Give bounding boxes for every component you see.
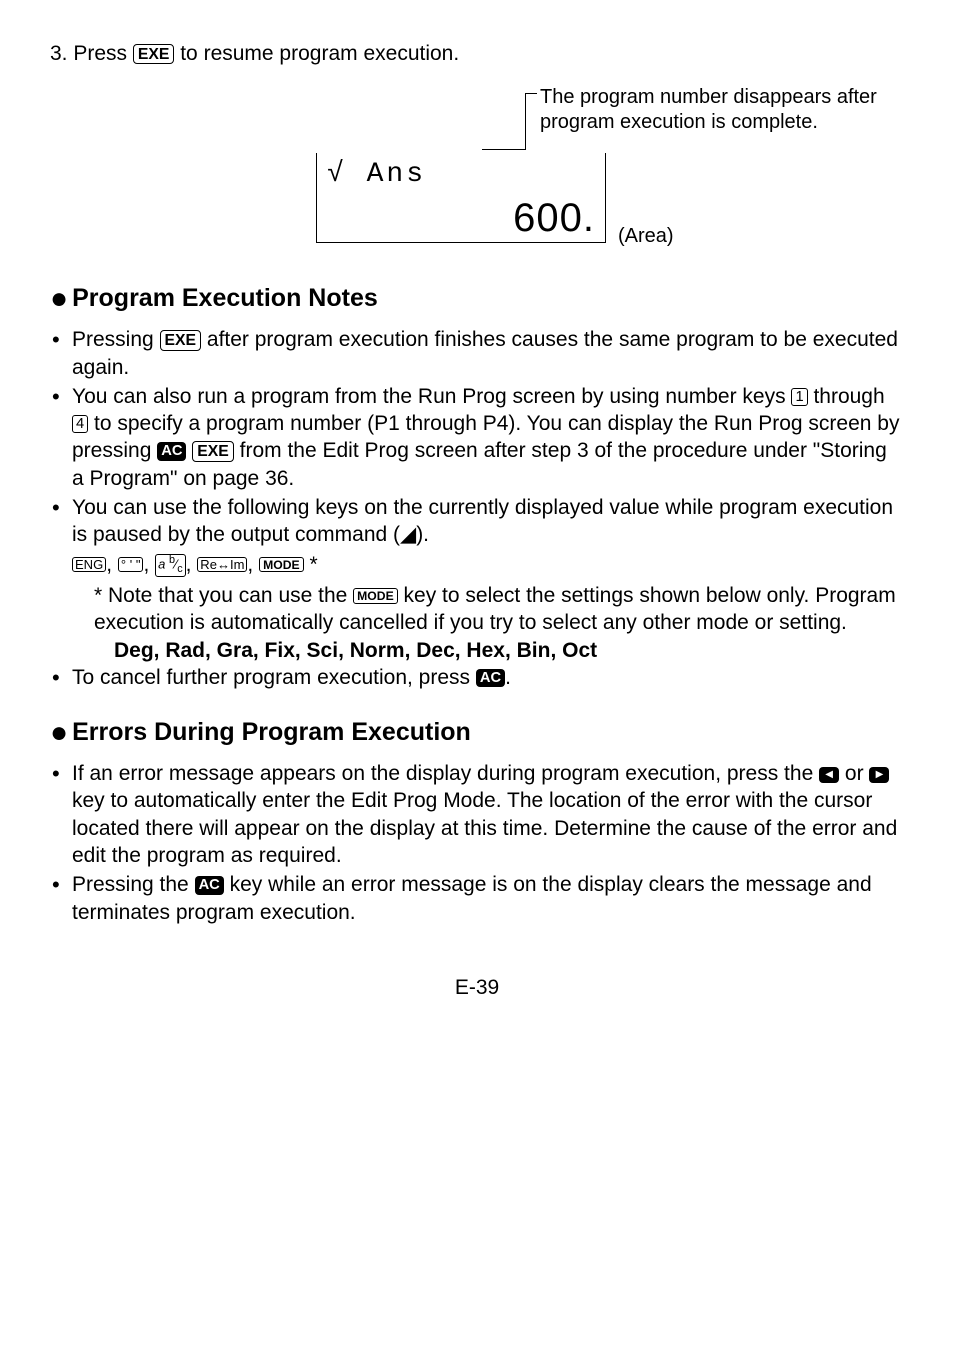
exe-key-icon: EXE xyxy=(192,441,234,461)
list-item: To cancel further program execution, pre… xyxy=(50,664,904,691)
callout-line xyxy=(482,149,526,150)
list-item: You can also run a program from the Run … xyxy=(50,383,904,492)
lcd-expression: √ Ans xyxy=(327,157,595,193)
callout-line xyxy=(525,93,537,94)
callout-line xyxy=(525,93,526,149)
key-1-icon: 1 xyxy=(791,388,807,406)
list-item: If an error message appears on the displ… xyxy=(50,760,904,869)
errors-list: If an error message appears on the displ… xyxy=(50,760,904,926)
left-arrow-key-icon xyxy=(819,767,839,783)
section-heading-exec-notes: ●Program Execution Notes xyxy=(50,279,904,318)
modes-list: Deg, Rad, Gra, Fix, Sci, Norm, Dec, Hex,… xyxy=(50,637,904,664)
list-item: Pressing EXE after program execution fin… xyxy=(50,326,904,381)
exec-notes-list-2: To cancel further program execution, pre… xyxy=(50,664,904,691)
execution-diagram: The program number disappears after prog… xyxy=(50,85,904,255)
lcd-result: 600. xyxy=(327,192,595,244)
eng-key-icon: ENG xyxy=(72,557,106,573)
output-triangle-icon: ◢ xyxy=(400,523,416,546)
list-item: You can use the following keys on the cu… xyxy=(50,494,904,549)
exe-key-icon: EXE xyxy=(133,44,175,64)
diagram-caption: The program number disappears after prog… xyxy=(540,85,877,135)
abc-key-icon: a b⁄c xyxy=(155,554,186,576)
caption-line2: program execution is complete. xyxy=(540,111,818,133)
dms-key-icon: ° ' " xyxy=(118,557,144,573)
ac-key-icon: AC xyxy=(195,876,224,894)
key-4-icon: 4 xyxy=(72,415,88,433)
ac-key-icon: AC xyxy=(157,442,186,460)
right-arrow-key-icon xyxy=(869,767,889,783)
step-3: 3. Press EXE to resume program execution… xyxy=(50,40,904,67)
mode-note: * Note that you can use the MODE key to … xyxy=(50,582,904,637)
exe-key-icon: EXE xyxy=(160,330,202,350)
lcd-display: √ Ans 600. xyxy=(316,153,606,243)
mode-key-icon: MODE xyxy=(259,557,304,573)
caption-line1: The program number disappears after xyxy=(540,86,877,108)
key-list-row: ENG, ° ' ", a b⁄c, Re↔Im, MODE * xyxy=(50,551,904,578)
area-label: (Area) xyxy=(618,223,674,249)
exec-notes-list: Pressing EXE after program execution fin… xyxy=(50,326,904,548)
step3-prefix: 3. Press xyxy=(50,42,133,65)
section-heading-errors: ●Errors During Program Execution xyxy=(50,713,904,752)
ac-key-icon: AC xyxy=(476,669,505,687)
reim-key-icon: Re↔Im xyxy=(197,557,247,573)
page-number: E-39 xyxy=(50,974,904,1001)
list-item: Pressing the AC key while an error messa… xyxy=(50,871,904,926)
step3-suffix: to resume program execution. xyxy=(174,42,459,65)
mode-key-icon: MODE xyxy=(353,588,398,604)
